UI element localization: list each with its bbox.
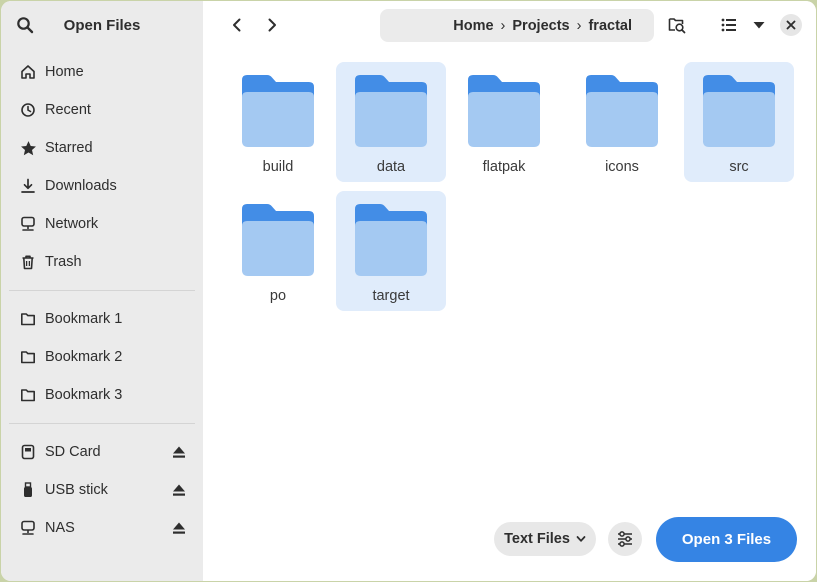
path-separator: › (500, 17, 506, 34)
folder-name: data (376, 159, 406, 175)
folder-search-icon (668, 18, 686, 34)
close-icon (786, 20, 796, 30)
file-type-filter-dropdown[interactable]: Text Files (494, 522, 596, 556)
back-button[interactable] (221, 9, 253, 41)
sidebar: Open Files Home Recent Starred Downloads… (1, 1, 203, 581)
path-crumb-projects[interactable]: Projects (512, 18, 569, 34)
sidebar-item-usb-stick[interactable]: USB stick (1, 471, 203, 509)
trash-icon (19, 253, 37, 271)
sidebar-item-network[interactable]: Network (1, 205, 203, 243)
usb-icon (19, 481, 37, 499)
folder-name: target (372, 288, 410, 304)
sidebar-item-label: USB stick (45, 482, 108, 498)
sidebar-item-label: Starred (45, 140, 93, 156)
folder-icon (703, 75, 775, 147)
sidebar-item-home[interactable]: Home (1, 53, 203, 91)
sidebar-item-bookmark-1[interactable]: Bookmark 1 (1, 300, 203, 338)
folder-name: icons (605, 159, 639, 175)
nas-icon (19, 519, 37, 537)
folder-item[interactable]: flatpak (449, 62, 559, 182)
eject-icon[interactable] (171, 444, 187, 460)
sidebar-item-bookmark-3[interactable]: Bookmark 3 (1, 376, 203, 414)
clock-icon (19, 101, 37, 119)
sidebar-item-label: Recent (45, 102, 91, 118)
download-icon (19, 177, 37, 195)
folder-item[interactable]: icons (567, 62, 677, 182)
sidebar-header: Open Files (1, 1, 203, 49)
sidebar-item-sd-card[interactable]: SD Card (1, 433, 203, 471)
folder-item[interactable]: build (223, 62, 333, 182)
chevron-right-icon (268, 18, 276, 32)
folder-icon (355, 204, 427, 276)
sidebar-item-label: Trash (45, 254, 82, 270)
folder-name: build (262, 159, 294, 175)
sidebar-item-downloads[interactable]: Downloads (1, 167, 203, 205)
network-icon (19, 215, 37, 233)
sidebar-divider (9, 423, 195, 424)
folder-icon (586, 75, 658, 147)
folder-name: po (269, 288, 287, 304)
eject-icon[interactable] (171, 520, 187, 536)
sidebar-item-label: Bookmark 1 (45, 311, 123, 327)
sidebar-item-label: Home (45, 64, 84, 80)
view-options-button[interactable] (715, 9, 771, 41)
sidebar-item-trash[interactable]: Trash (1, 243, 203, 281)
sidebar-item-starred[interactable]: Starred (1, 129, 203, 167)
open-button[interactable]: Open 3 Files (656, 517, 797, 562)
folder-icon (19, 386, 37, 404)
search-location-button[interactable] (661, 9, 693, 41)
sidebar-item-label: Downloads (45, 178, 117, 194)
filter-label: Text Files (504, 531, 570, 547)
file-chooser-window: Open Files Home Recent Starred Downloads… (1, 1, 816, 581)
path-bar: Home › Projects › fractal (380, 9, 654, 42)
sidebar-item-recent[interactable]: Recent (1, 91, 203, 129)
search-button[interactable] (9, 9, 41, 41)
sidebar-item-bookmark-2[interactable]: Bookmark 2 (1, 338, 203, 376)
folder-icon (19, 310, 37, 328)
sidebar-item-label: Bookmark 2 (45, 349, 123, 365)
folder-icon (19, 348, 37, 366)
sd-card-icon (19, 443, 37, 461)
folder-item[interactable]: target (336, 191, 446, 311)
folder-name: flatpak (482, 159, 526, 175)
chevron-down-icon (576, 536, 586, 542)
folder-item[interactable]: po (223, 191, 333, 311)
home-icon (19, 63, 37, 81)
sidebar-item-label: Bookmark 3 (45, 387, 123, 403)
places-section: Home Recent Starred Downloads Network Tr… (1, 49, 203, 285)
bookmarks-section: Bookmark 1 Bookmark 2 Bookmark 3 (1, 296, 203, 418)
folder-icon (355, 75, 427, 147)
sidebar-item-label: NAS (45, 520, 75, 536)
sidebar-item-nas[interactable]: NAS (1, 509, 203, 547)
forward-button[interactable] (256, 9, 288, 41)
chevron-left-icon (233, 18, 241, 32)
sidebar-item-label: Network (45, 216, 99, 232)
sliders-icon (618, 531, 632, 547)
folder-name: src (729, 159, 749, 175)
caret-down-icon (753, 22, 765, 29)
close-button[interactable] (780, 14, 802, 36)
path-crumb-home[interactable]: Home (453, 18, 493, 34)
folder-item[interactable]: data (336, 62, 446, 182)
eject-icon[interactable] (171, 482, 187, 498)
folder-item[interactable]: src (684, 62, 794, 182)
search-icon (17, 17, 34, 34)
path-separator: › (576, 17, 582, 34)
options-button[interactable] (608, 522, 642, 556)
star-icon (19, 139, 37, 157)
folder-icon (242, 75, 314, 147)
main-area: Home › Projects › fractal build data fla… (203, 1, 816, 581)
sidebar-item-label: SD Card (45, 444, 101, 460)
folder-icon (468, 75, 540, 147)
sidebar-divider (9, 290, 195, 291)
folder-icon (242, 204, 314, 276)
list-view-icon (721, 18, 736, 32)
devices-section: SD Card USB stick NAS (1, 429, 203, 551)
path-crumb-fractal[interactable]: fractal (588, 18, 632, 34)
